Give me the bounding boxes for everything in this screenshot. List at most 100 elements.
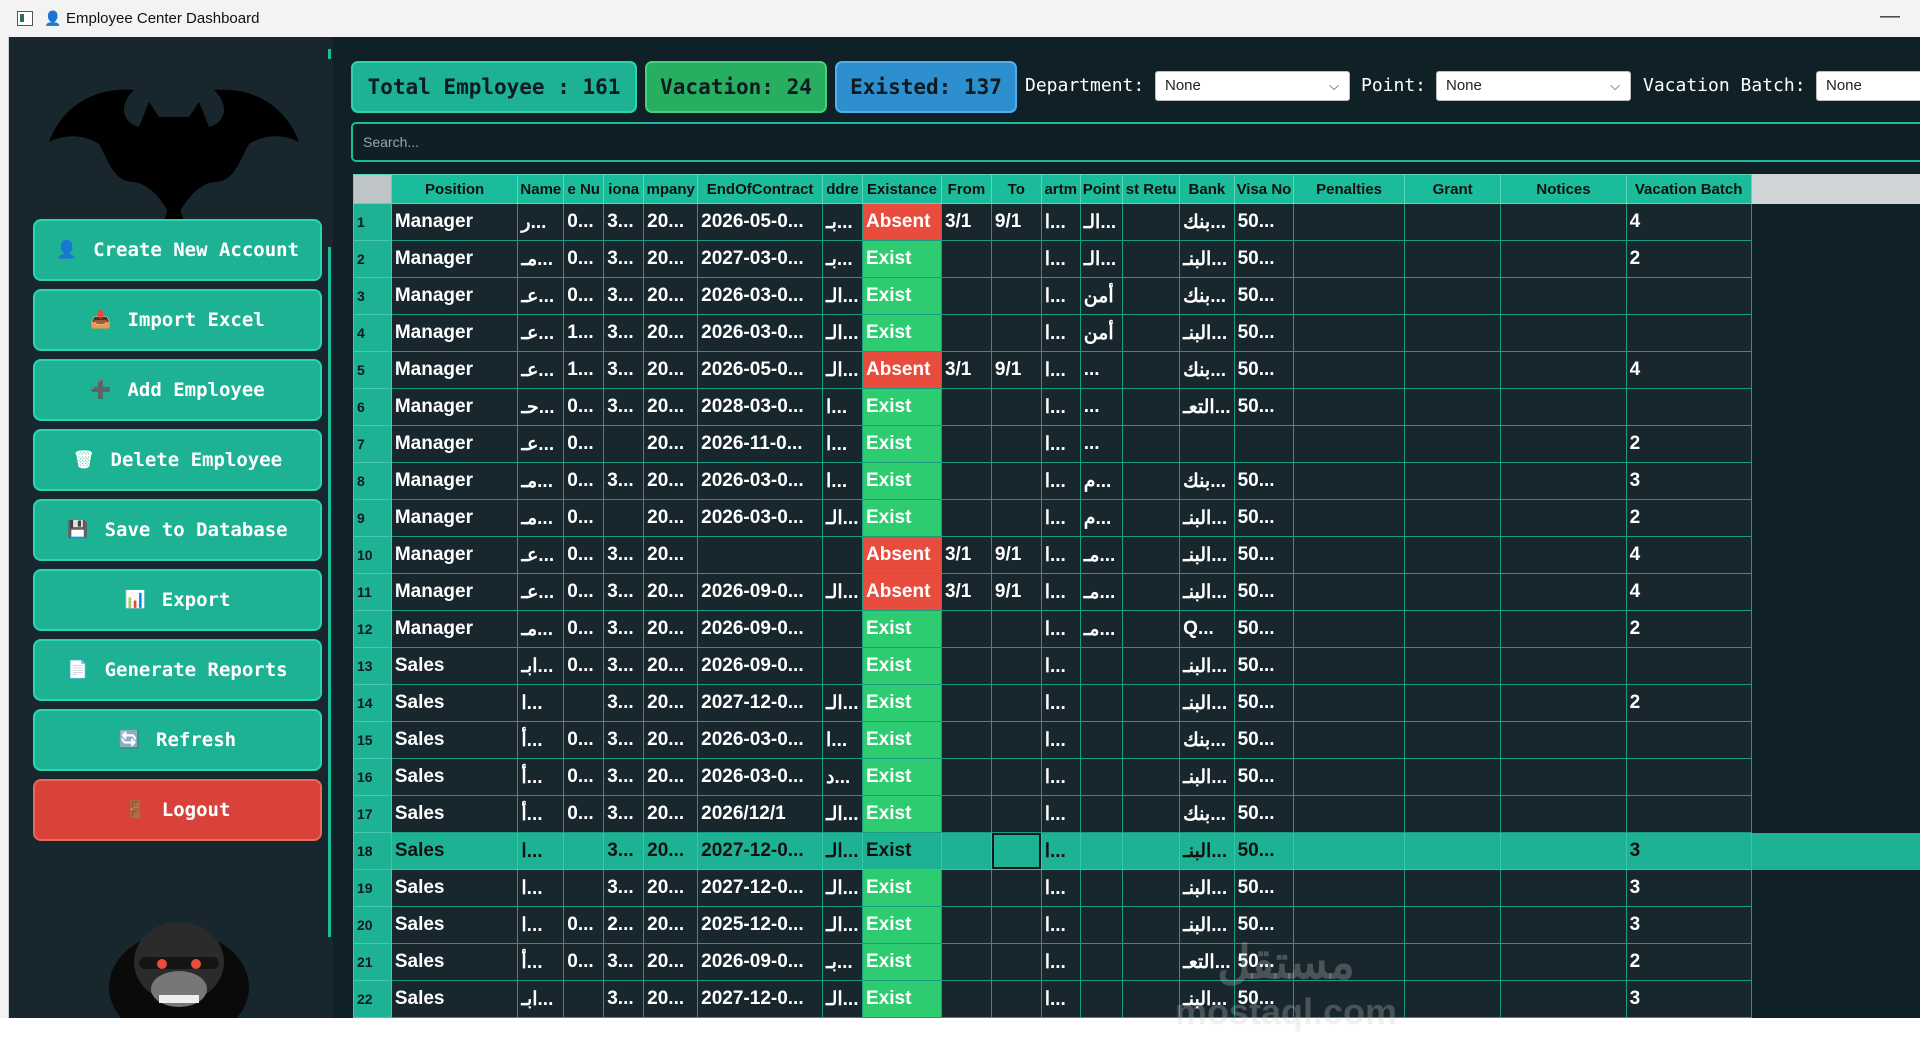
table-cell[interactable]: 2026-03-0... <box>697 277 824 315</box>
table-cell[interactable] <box>990 388 1042 426</box>
table-cell[interactable]: بـ... <box>822 203 863 241</box>
table-cell[interactable]: 20... <box>643 721 699 759</box>
table-cell[interactable]: 3 <box>1625 906 1752 944</box>
table-cell[interactable]: 2026-03-0... <box>697 758 824 796</box>
table-cell[interactable] <box>1293 203 1405 241</box>
row-number[interactable]: 8 <box>353 462 392 500</box>
table-cell[interactable] <box>1403 462 1502 500</box>
table-cell[interactable] <box>1079 943 1124 981</box>
table-cell[interactable]: أ... <box>517 795 565 833</box>
table-cell[interactable]: Manager <box>390 388 519 426</box>
table-row[interactable]: 16 Sales أ... 0... 3... 20... 2026-03-0... د...… <box>353 758 1920 796</box>
column-header[interactable]: mpany <box>643 174 699 204</box>
existance-cell[interactable]: Exist <box>862 832 942 870</box>
table-cell[interactable] <box>1293 869 1405 907</box>
table-cell[interactable]: عـ... <box>517 277 565 315</box>
row-number[interactable]: 14 <box>353 684 392 722</box>
table-cell[interactable]: 0... <box>563 943 605 981</box>
table-cell[interactable] <box>1122 980 1181 1018</box>
table-cell[interactable]: بنك... <box>1179 795 1235 833</box>
table-cell[interactable]: ا... <box>822 721 863 759</box>
table-cell[interactable]: 4 <box>1625 203 1752 241</box>
table-cell[interactable] <box>940 795 992 833</box>
table-cell[interactable]: الـ... <box>822 314 863 352</box>
generate-reports-button[interactable]: 📄 Generate Reports <box>33 639 322 701</box>
column-header[interactable]: Notices <box>1500 174 1627 204</box>
table-cell[interactable] <box>1403 240 1502 278</box>
table-cell[interactable]: البنـ... <box>1179 832 1235 870</box>
table-cell[interactable]: ا... <box>1040 906 1081 944</box>
table-cell[interactable] <box>1500 203 1627 241</box>
table-cell[interactable]: ا... <box>1040 980 1081 1018</box>
table-cell[interactable]: Manager <box>390 462 519 500</box>
table-cell[interactable]: 2026-09-0... <box>697 610 824 648</box>
table-cell[interactable]: 20... <box>643 869 699 907</box>
existance-cell[interactable]: Exist <box>862 462 942 500</box>
table-row[interactable]: 15 Sales أ... 0... 3... 20... 2026-03-0... ا...… <box>353 721 1920 759</box>
table-cell[interactable]: 50... <box>1233 795 1295 833</box>
table-cell[interactable]: 3 <box>1625 980 1752 1018</box>
table-cell[interactable]: 20... <box>643 647 699 685</box>
table-cell[interactable]: 50... <box>1233 721 1295 759</box>
row-number[interactable]: 16 <box>353 758 392 796</box>
table-cell[interactable]: 50... <box>1233 240 1295 278</box>
table-cell[interactable] <box>990 314 1042 352</box>
table-cell[interactable] <box>1293 758 1405 796</box>
table-cell[interactable] <box>940 758 992 796</box>
point-select[interactable]: None ⌵ <box>1436 71 1631 101</box>
table-cell[interactable] <box>1625 758 1752 796</box>
table-cell[interactable] <box>1403 573 1502 611</box>
column-header[interactable]: Position <box>390 174 519 204</box>
table-cell[interactable]: 2026-03-0... <box>697 721 824 759</box>
table-cell[interactable]: 2026-03-0... <box>697 314 824 352</box>
table-cell[interactable] <box>1079 832 1124 870</box>
table-cell[interactable] <box>940 980 992 1018</box>
table-cell[interactable]: مـ... <box>517 499 565 537</box>
table-cell[interactable]: الـ... <box>822 832 863 870</box>
table-cell[interactable]: 3 <box>1625 462 1752 500</box>
table-cell[interactable] <box>1122 573 1181 611</box>
table-row[interactable]: 6 Manager حـ... 0... 3... 20... 2028-03-0... ا.… <box>353 388 1920 426</box>
column-header[interactable]: Grant <box>1403 174 1502 204</box>
table-cell[interactable] <box>1293 573 1405 611</box>
table-cell[interactable]: 3... <box>603 758 645 796</box>
table-cell[interactable]: Sales <box>390 869 519 907</box>
table-cell[interactable]: Sales <box>390 647 519 685</box>
table-cell[interactable] <box>1293 499 1405 537</box>
table-cell[interactable]: أ... <box>517 758 565 796</box>
table-cell[interactable]: 2027-03-0... <box>697 240 824 278</box>
column-header[interactable]: st Retu <box>1122 174 1181 204</box>
table-row[interactable]: 10 Manager عـ... 0... 3... 20... Absent 3/1 9/1 ا… <box>353 536 1920 574</box>
table-cell[interactable]: الـ... <box>822 277 863 315</box>
table-cell[interactable]: 50... <box>1233 573 1295 611</box>
table-cell[interactable]: 4 <box>1625 573 1752 611</box>
table-cell[interactable]: 3... <box>603 647 645 685</box>
table-row[interactable]: 7 Manager عـ... 0... 20... 2026-11-0... ا... Ex… <box>353 425 1920 463</box>
table-cell[interactable] <box>1500 277 1627 315</box>
table-cell[interactable] <box>1500 795 1627 833</box>
table-cell[interactable]: 2027-12-0... <box>697 869 824 907</box>
table-cell[interactable]: 0... <box>563 610 605 648</box>
table-cell[interactable]: ا... <box>822 388 863 426</box>
table-cell[interactable]: ا... <box>1040 869 1081 907</box>
table-cell[interactable] <box>940 647 992 685</box>
table-cell[interactable] <box>1079 869 1124 907</box>
table-cell[interactable] <box>697 536 824 574</box>
table-cell[interactable] <box>1500 684 1627 722</box>
table-cell[interactable] <box>1293 351 1405 389</box>
table-cell[interactable]: 50... <box>1233 499 1295 537</box>
table-cell[interactable]: Manager <box>390 536 519 574</box>
table-cell[interactable]: 3... <box>603 684 645 722</box>
table-cell[interactable]: ا... <box>1040 610 1081 648</box>
table-cell[interactable]: 50... <box>1233 906 1295 944</box>
table-cell[interactable] <box>990 795 1042 833</box>
table-row[interactable]: 5 Manager عـ... 1... 3... 20... 2026-05-0... ال… <box>353 351 1920 389</box>
table-cell[interactable]: ا... <box>1040 351 1081 389</box>
table-cell[interactable]: 2... <box>603 906 645 944</box>
table-cell[interactable] <box>1403 721 1502 759</box>
table-cell[interactable] <box>1625 647 1752 685</box>
table-cell[interactable]: 3... <box>603 240 645 278</box>
table-cell[interactable] <box>1122 536 1181 574</box>
table-cell[interactable]: ابـ... <box>517 647 565 685</box>
table-cell[interactable] <box>1293 240 1405 278</box>
